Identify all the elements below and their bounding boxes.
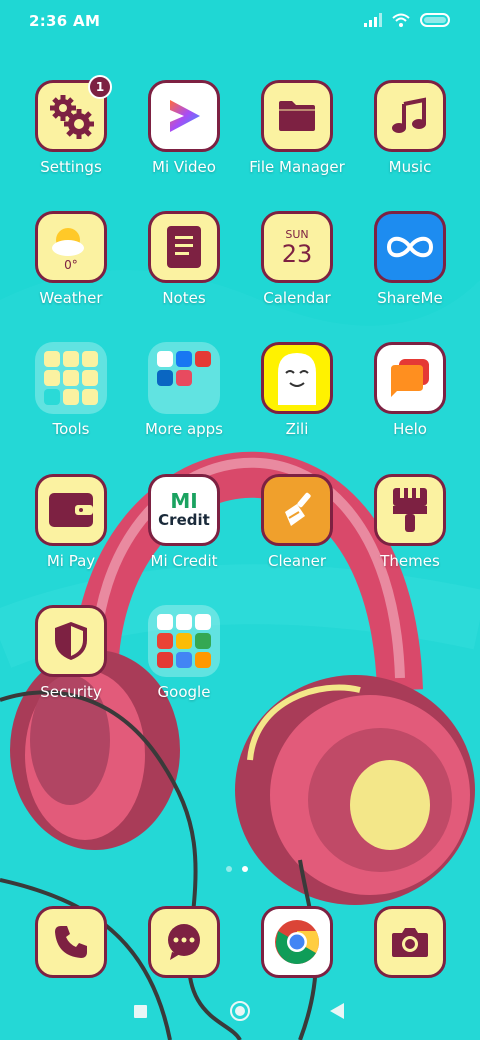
app-zili[interactable]: Zili: [242, 342, 352, 462]
app-mi-video[interactable]: Mi Video: [129, 80, 239, 200]
shield-icon: [35, 605, 107, 677]
folder-preview-icon: [148, 605, 220, 677]
status-time: 2:36 AM: [29, 12, 101, 30]
notification-badge: 1: [88, 75, 112, 99]
app-cleaner[interactable]: Cleaner: [242, 474, 352, 594]
mi-credit-icon: MI Credit: [148, 474, 220, 546]
app-label: Weather: [39, 289, 103, 307]
app-helo[interactable]: Helo: [355, 342, 465, 462]
app-weather[interactable]: 0° Weather: [16, 211, 126, 331]
message-bubble-icon: [148, 906, 220, 978]
page-indicator: [226, 866, 248, 872]
app-label: Security: [40, 683, 102, 701]
app-label: Mi Pay: [46, 552, 96, 570]
app-mi-credit[interactable]: MI Credit Mi Credit: [129, 474, 239, 594]
camera-icon: [374, 906, 446, 978]
app-music[interactable]: Music: [355, 80, 465, 200]
app-label: Notes: [162, 289, 206, 307]
app-themes[interactable]: Themes: [355, 474, 465, 594]
wifi-icon: [392, 12, 410, 31]
app-label: Music: [388, 158, 432, 176]
navigation-bar: [0, 992, 480, 1032]
app-file-manager[interactable]: File Manager: [242, 80, 352, 200]
status-bar: 2:36 AM: [0, 0, 480, 44]
app-shareme[interactable]: ShareMe: [355, 211, 465, 331]
app-label: Settings: [40, 158, 102, 176]
app-label: Calendar: [263, 289, 331, 307]
phone-icon: [35, 906, 107, 978]
back-icon[interactable]: [330, 1003, 344, 1023]
app-label: Tools: [52, 420, 90, 438]
app-settings[interactable]: 1 Settings: [16, 75, 126, 200]
folder-preview-icon: [148, 342, 220, 414]
app-label: Mi Video: [152, 158, 216, 176]
notes-icon: [148, 211, 220, 283]
music-note-icon: [374, 80, 446, 152]
app-security[interactable]: Security: [16, 605, 126, 725]
app-label: File Manager: [249, 158, 345, 176]
app-label: More apps: [144, 420, 223, 438]
wallet-icon: [35, 474, 107, 546]
calendar-icon: SUN 23: [261, 211, 333, 283]
app-calendar[interactable]: SUN 23 Calendar: [242, 211, 352, 331]
play-icon: [148, 80, 220, 152]
signal-icon: [364, 12, 382, 31]
chat-bubble-icon: [374, 342, 446, 414]
ghost-face-icon: [261, 342, 333, 414]
paintbrush-icon: [374, 474, 446, 546]
calendar-date: 23: [281, 239, 313, 268]
temperature-text: 0°: [64, 258, 78, 272]
recents-icon[interactable]: [134, 1005, 147, 1018]
credit-logo-text: Credit: [158, 511, 210, 529]
weather-icon: 0°: [35, 211, 107, 283]
page-dot[interactable]: [226, 866, 232, 872]
mi-logo-text: MI: [170, 489, 198, 513]
folder-more-apps[interactable]: More apps: [129, 342, 239, 462]
home-icon[interactable]: [230, 1001, 250, 1021]
gear-icon: 1: [35, 75, 112, 152]
folder-icon: [261, 80, 333, 152]
page-dot-active[interactable]: [242, 866, 248, 872]
app-label: Mi Credit: [150, 552, 218, 570]
app-label: Helo: [393, 420, 427, 438]
folder-tools[interactable]: Tools: [16, 342, 126, 462]
app-mi-pay[interactable]: Mi Pay: [16, 474, 126, 594]
chrome-icon: [261, 906, 333, 978]
app-label: Cleaner: [268, 552, 326, 570]
app-label: ShareMe: [377, 289, 443, 307]
app-label: Zili: [285, 420, 309, 438]
folder-google[interactable]: Google: [129, 605, 239, 725]
broom-icon: [261, 474, 333, 546]
app-notes[interactable]: Notes: [129, 211, 239, 331]
app-label: Themes: [380, 552, 440, 570]
infinity-icon: [374, 211, 446, 283]
battery-icon: [420, 12, 452, 31]
folder-preview-icon: [35, 342, 107, 414]
app-label: Google: [157, 683, 211, 701]
calendar-day: SUN: [285, 227, 309, 241]
